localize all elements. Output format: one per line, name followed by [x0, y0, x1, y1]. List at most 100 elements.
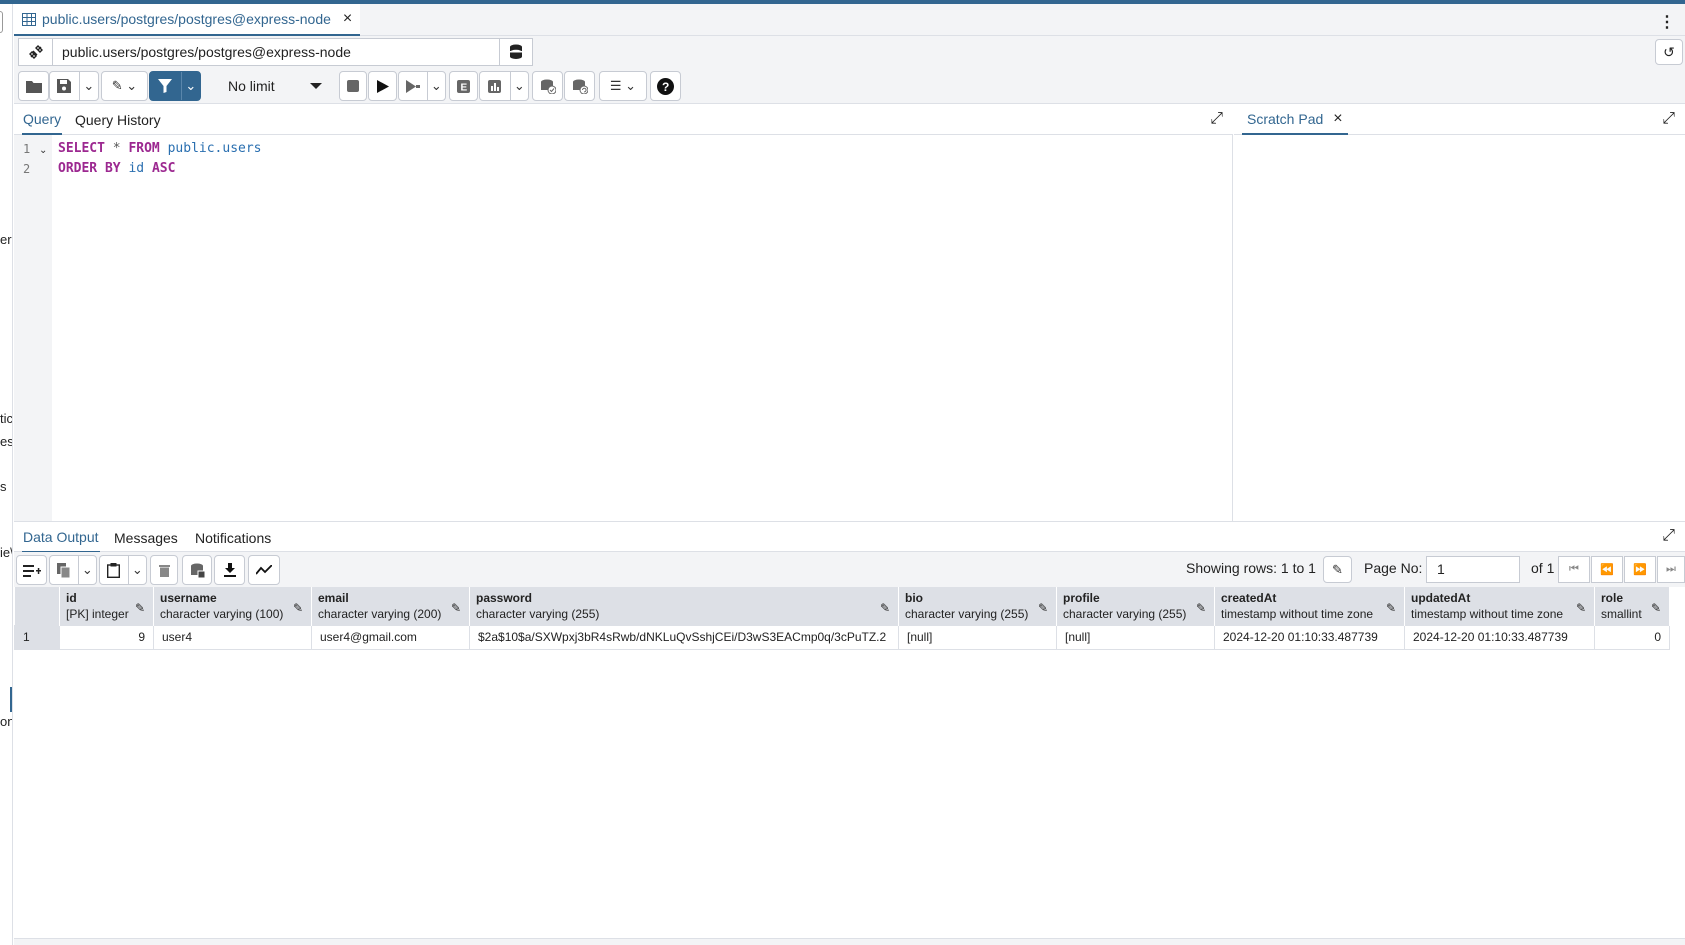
database-icon[interactable]	[499, 39, 532, 65]
chevron-down-icon[interactable]: ⌄	[182, 72, 200, 100]
copy-icon[interactable]	[50, 556, 78, 584]
column-header[interactable]: email character varying (200) ✎	[311, 587, 470, 625]
reset-layout-icon[interactable]: ↺	[1655, 39, 1683, 65]
cell-email[interactable]: user4@gmail.com	[311, 624, 470, 650]
edit-menu[interactable]: ✎ ⌄	[101, 71, 148, 101]
paste-icon[interactable]	[100, 556, 128, 584]
sidebar-fragment[interactable]: on	[0, 714, 12, 729]
execute-script-icon[interactable]	[399, 72, 427, 100]
chevron-down-icon[interactable]: ⌄	[428, 72, 445, 100]
save-icon[interactable]	[50, 72, 79, 100]
row-number[interactable]: 1	[14, 624, 60, 650]
edit-column-icon[interactable]: ✎	[1651, 601, 1661, 615]
filter-menu[interactable]: ⌄	[149, 71, 201, 101]
graph-visualiser-icon[interactable]	[248, 555, 280, 585]
cell-updatedAt[interactable]: 2024-12-20 01:10:33.487739	[1404, 624, 1595, 650]
row-limit-select[interactable]: No limit	[218, 71, 336, 101]
edit-column-icon[interactable]: ✎	[1576, 601, 1586, 615]
code-line[interactable]: ORDER BY id ASC	[58, 161, 175, 176]
column-header[interactable]: username character varying (100) ✎	[153, 587, 312, 625]
code-line[interactable]: SELECT * FROM public.users	[58, 141, 262, 156]
column-header[interactable]: password character varying (255) ✎	[469, 587, 899, 625]
explain-analyze-menu[interactable]: ⌄	[479, 71, 529, 101]
execute-icon[interactable]	[368, 71, 397, 101]
sidebar-fragment[interactable]: es	[0, 434, 12, 449]
scratch-pad-editor[interactable]	[1234, 135, 1685, 521]
open-file-icon[interactable]	[18, 71, 49, 101]
close-icon[interactable]: ×	[1333, 110, 1342, 128]
tab-notifications[interactable]: Notifications	[195, 522, 271, 553]
expand-icon[interactable]: ⤢	[1662, 110, 1675, 128]
delete-icon[interactable]	[150, 555, 178, 585]
column-header[interactable]: role smallint ✎	[1594, 587, 1670, 625]
last-page-icon[interactable]: ⏭	[1657, 556, 1685, 583]
cell-role[interactable]: 0	[1594, 624, 1670, 650]
column-header[interactable]: id [PK] integer ✎	[59, 587, 154, 625]
tab-query[interactable]: Query	[22, 104, 63, 135]
table-row[interactable]: 1 9 user4 user4@gmail.com $2a$10$a/SXWpx…	[14, 624, 1670, 650]
copy-menu[interactable]: ⌄	[49, 555, 97, 585]
column-header[interactable]: updatedAt timestamp without time zone ✎	[1404, 587, 1595, 625]
sidebar-fragment[interactable]: tic	[0, 411, 12, 426]
tab-scratch-pad[interactable]: Scratch Pad ×	[1242, 104, 1348, 135]
edit-pencil-icon[interactable]: ✎ ⌄	[102, 72, 147, 100]
filter-icon[interactable]	[150, 72, 181, 100]
more-options-icon[interactable]: ⋮	[1659, 12, 1675, 32]
stop-icon[interactable]	[339, 71, 367, 101]
explain-analyze-icon[interactable]	[480, 72, 510, 100]
chevron-down-icon[interactable]: ⌄	[80, 72, 98, 100]
cell-profile[interactable]: [null]	[1056, 624, 1215, 650]
next-page-icon[interactable]: ⏩	[1624, 556, 1656, 583]
macros-menu[interactable]: ☰ ⌄	[599, 71, 647, 101]
tab-data-output[interactable]: Data Output	[22, 522, 100, 553]
sidebar-fragment[interactable]: er	[0, 232, 12, 247]
edit-column-icon[interactable]: ✎	[451, 601, 461, 615]
tab-messages[interactable]: Messages	[114, 522, 178, 553]
query-tool-tab[interactable]: public.users/postgres/postgres@express-n…	[14, 4, 361, 36]
edit-column-icon[interactable]: ✎	[1038, 601, 1048, 615]
edit-column-icon[interactable]: ✎	[1196, 601, 1206, 615]
cell-password[interactable]: $2a$10$a/SXWpxj3bR4sRwb/dNKLuQvSshjCEi/D…	[469, 624, 899, 650]
fold-chevron-icon[interactable]: ⌄	[39, 145, 47, 156]
previous-page-icon[interactable]: ⏪	[1591, 556, 1623, 583]
connection-status-icon[interactable]	[19, 39, 53, 65]
connection-selector[interactable]: public.users/postgres/postgres@express-n…	[18, 38, 533, 66]
edit-column-icon[interactable]: ✎	[880, 601, 890, 615]
connection-name[interactable]: public.users/postgres/postgres@express-n…	[53, 44, 499, 60]
help-icon[interactable]: ?	[650, 71, 681, 101]
column-header[interactable]: createdAt timestamp without time zone ✎	[1214, 587, 1405, 625]
commit-icon[interactable]	[532, 71, 563, 101]
edit-column-icon[interactable]: ✎	[135, 601, 145, 615]
edit-column-icon[interactable]: ✎	[1386, 601, 1396, 615]
close-tab-icon[interactable]: ×	[343, 10, 352, 28]
tab-query-history[interactable]: Query History	[75, 104, 161, 135]
row-number-header[interactable]	[14, 587, 60, 625]
chevron-down-icon[interactable]: ⌄	[129, 556, 146, 584]
cell-createdAt[interactable]: 2024-12-20 01:10:33.487739	[1214, 624, 1405, 650]
download-icon[interactable]	[214, 555, 245, 585]
expand-icon[interactable]: ⤢	[1662, 527, 1675, 545]
chevron-down-icon[interactable]: ⌄	[79, 556, 96, 584]
edit-rows-icon[interactable]: ✎	[1323, 556, 1352, 583]
collapsed-button[interactable]	[0, 11, 3, 33]
chevron-down-icon[interactable]: ⌄	[511, 72, 528, 100]
first-page-icon[interactable]: ⏮	[1558, 556, 1590, 583]
cell-id[interactable]: 9	[59, 624, 154, 650]
expand-icon[interactable]: ⤢	[1210, 110, 1223, 128]
page-number-input[interactable]: 1	[1426, 556, 1520, 583]
sidebar-fragment[interactable]: s	[0, 479, 7, 494]
execute-options-menu[interactable]: ⌄	[398, 71, 446, 101]
sidebar-fragment[interactable]: ie\	[0, 545, 12, 560]
list-icon[interactable]: ☰ ⌄	[600, 72, 646, 100]
edit-column-icon[interactable]: ✎	[293, 601, 303, 615]
cell-username[interactable]: user4	[153, 624, 312, 650]
column-header[interactable]: bio character varying (255) ✎	[898, 587, 1057, 625]
column-header[interactable]: profile character varying (255) ✎	[1056, 587, 1215, 625]
explain-icon[interactable]: E	[449, 71, 478, 101]
save-menu[interactable]: ⌄	[49, 71, 99, 101]
save-data-icon[interactable]	[182, 555, 212, 585]
add-row-icon[interactable]	[16, 555, 47, 585]
rollback-icon[interactable]	[564, 71, 595, 101]
sql-editor[interactable]: 1 ⌄ 2 SELECT * FROM public.users ORDER B…	[14, 135, 1233, 521]
paste-menu[interactable]: ⌄	[99, 555, 147, 585]
